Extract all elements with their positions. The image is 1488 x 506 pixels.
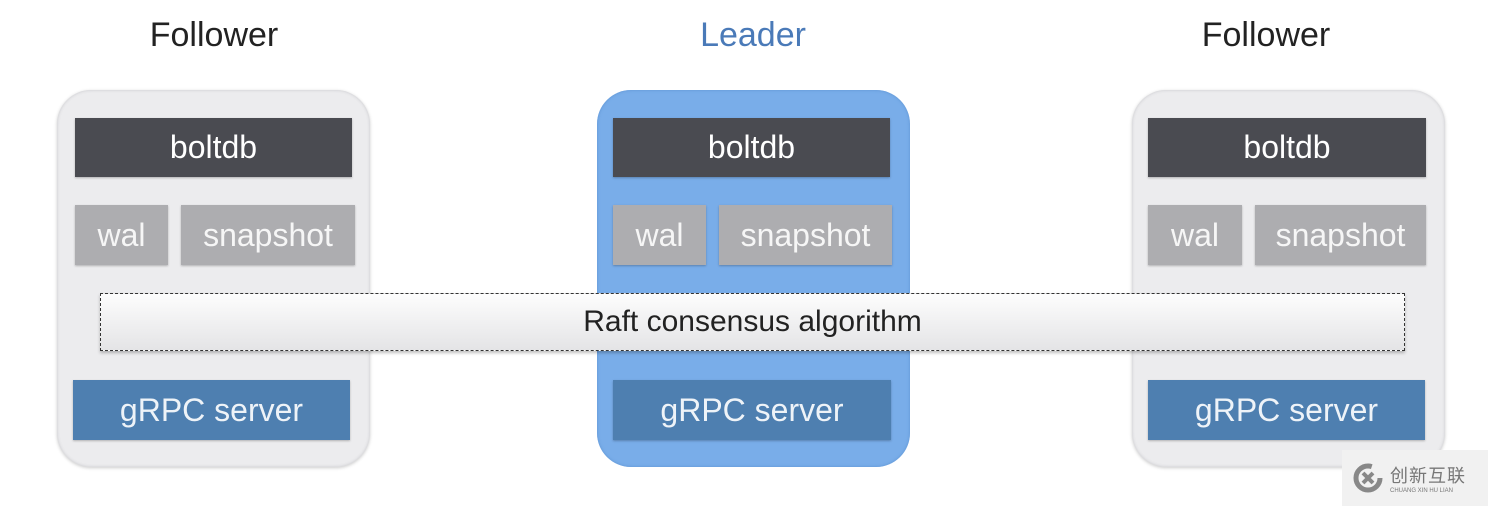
grpc-server-block: gRPC server: [1148, 380, 1425, 440]
wal-block: wal: [1148, 205, 1242, 265]
node-title-leader: Leader: [700, 16, 806, 54]
watermark-text: 创新互联: [1390, 466, 1466, 486]
wal-block: wal: [613, 205, 706, 265]
boltdb-block: boltdb: [75, 118, 352, 177]
grpc-server-block: gRPC server: [613, 380, 891, 440]
watermark-icon: [1353, 463, 1383, 493]
grpc-server-block: gRPC server: [73, 380, 350, 440]
snapshot-block: snapshot: [719, 205, 892, 265]
snapshot-block: snapshot: [1255, 205, 1426, 265]
wal-block: wal: [75, 205, 168, 265]
boltdb-block: boltdb: [1148, 118, 1426, 177]
raft-consensus-band: Raft consensus algorithm: [100, 293, 1405, 351]
snapshot-block: snapshot: [181, 205, 355, 265]
watermark-subtext: CHUANG XIN HU LIAN: [1390, 488, 1454, 494]
boltdb-block: boltdb: [613, 118, 890, 177]
node-title-follower-1: Follower: [149, 16, 279, 54]
node-title-follower-2: Follower: [1201, 16, 1331, 54]
watermark-logo: 创新互联 CHUANG XIN HU LIAN: [1342, 450, 1488, 506]
